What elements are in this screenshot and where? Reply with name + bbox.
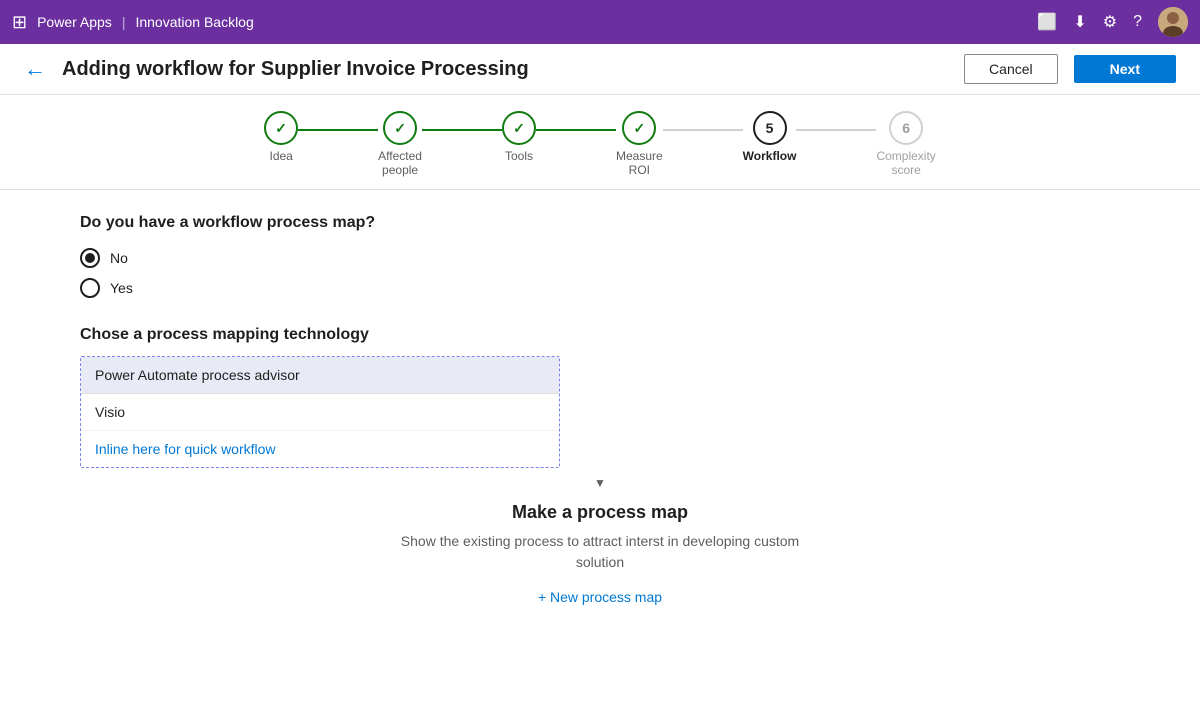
main-content: Do you have a workflow process map? No Y… [0,190,1200,631]
step-circle-roi[interactable]: ✓ [622,111,656,145]
step-affected-people: ✓ Affectedpeople [378,111,422,177]
section-name: Innovation Backlog [135,14,253,30]
step-workflow: 5 Workflow [743,111,797,163]
checkmark-affected: ✓ [394,120,406,137]
dropdown-item-visio[interactable]: Visio [81,394,559,431]
checkmark-idea: ✓ [275,120,287,137]
process-tech-title: Chose a process mapping technology [80,326,1120,344]
step-label-roi: MeasureROI [616,149,663,177]
step-circle-idea[interactable]: ✓ [264,111,298,145]
topbar-right: ⬜ ⬇ ⚙ ? [1037,7,1188,37]
step-complexity: 6 Complexityscore [876,111,935,177]
step-circle-complexity[interactable]: 6 [889,111,923,145]
dropdown-selected-label: Power Automate process advisor [95,367,300,383]
radio-outer-yes[interactable] [80,278,100,298]
radio-no-label: No [110,250,128,266]
step-circle-affected[interactable]: ✓ [383,111,417,145]
process-tech-dropdown[interactable]: Power Automate process advisor Visio Inl… [80,356,560,468]
process-map-section: Make a process map Show the existing pro… [80,502,1120,607]
step-label-complexity: Complexityscore [876,149,935,177]
dropdown-item-inline-label: Inline here for quick workflow [95,441,276,457]
topbar: ⊞ Power Apps | Innovation Backlog ⬜ ⬇ ⚙ … [0,0,1200,44]
stepper: ✓ Idea ✓ Affectedpeople ✓ Tools ✓ Measur… [0,95,1200,190]
step-circle-workflow[interactable]: 5 [753,111,787,145]
step-label-tools: Tools [505,149,533,163]
process-map-title: Make a process map [80,502,1120,523]
app-name: Power Apps [37,14,112,30]
radio-group: No Yes [80,248,1120,298]
dropdown-item-visio-label: Visio [95,404,125,420]
user-avatar[interactable] [1158,7,1188,37]
radio-yes[interactable]: Yes [80,278,1120,298]
settings-icon[interactable]: ⚙ [1103,12,1117,32]
step-number-complexity: 6 [902,120,910,136]
next-button[interactable]: Next [1074,55,1176,83]
step-idea: ✓ Idea [264,111,298,163]
step-measure-roi: ✓ MeasureROI [616,111,663,177]
connector-2 [422,129,502,131]
grid-icon[interactable]: ⊞ [12,12,27,33]
step-label-workflow: Workflow [743,149,797,163]
connector-5 [796,129,876,131]
topbar-separator: | [122,14,126,30]
dropdown-item-inline[interactable]: Inline here for quick workflow [81,431,559,467]
checkmark-tools: ✓ [513,120,525,137]
page-title: Adding workflow for Supplier Invoice Pro… [62,58,948,81]
checkmark-roi: ✓ [633,120,645,137]
step-label-affected: Affectedpeople [378,149,422,177]
radio-inner-no [85,253,95,263]
dropdown-caret-icon: ▼ [80,476,1120,490]
step-circle-tools[interactable]: ✓ [502,111,536,145]
header-row: ← Adding workflow for Supplier Invoice P… [0,44,1200,95]
radio-no[interactable]: No [80,248,1120,268]
step-label-idea: Idea [269,149,292,163]
connector-1 [298,129,378,131]
connector-4 [663,129,743,131]
screen-icon[interactable]: ⬜ [1037,12,1057,32]
cancel-button[interactable]: Cancel [964,54,1058,84]
new-process-map-button[interactable]: + New process map [538,589,662,605]
radio-yes-label: Yes [110,280,133,296]
connector-3 [536,129,616,131]
process-map-desc: Show the existing process to attract int… [390,531,810,573]
radio-outer-no[interactable] [80,248,100,268]
dropdown-selected-item[interactable]: Power Automate process advisor [81,357,559,394]
workflow-question: Do you have a workflow process map? [80,214,1120,232]
download-icon[interactable]: ⬇ [1073,12,1086,32]
step-number-workflow: 5 [766,120,774,136]
help-icon[interactable]: ? [1133,13,1142,31]
step-tools: ✓ Tools [502,111,536,163]
back-button[interactable]: ← [24,56,46,82]
